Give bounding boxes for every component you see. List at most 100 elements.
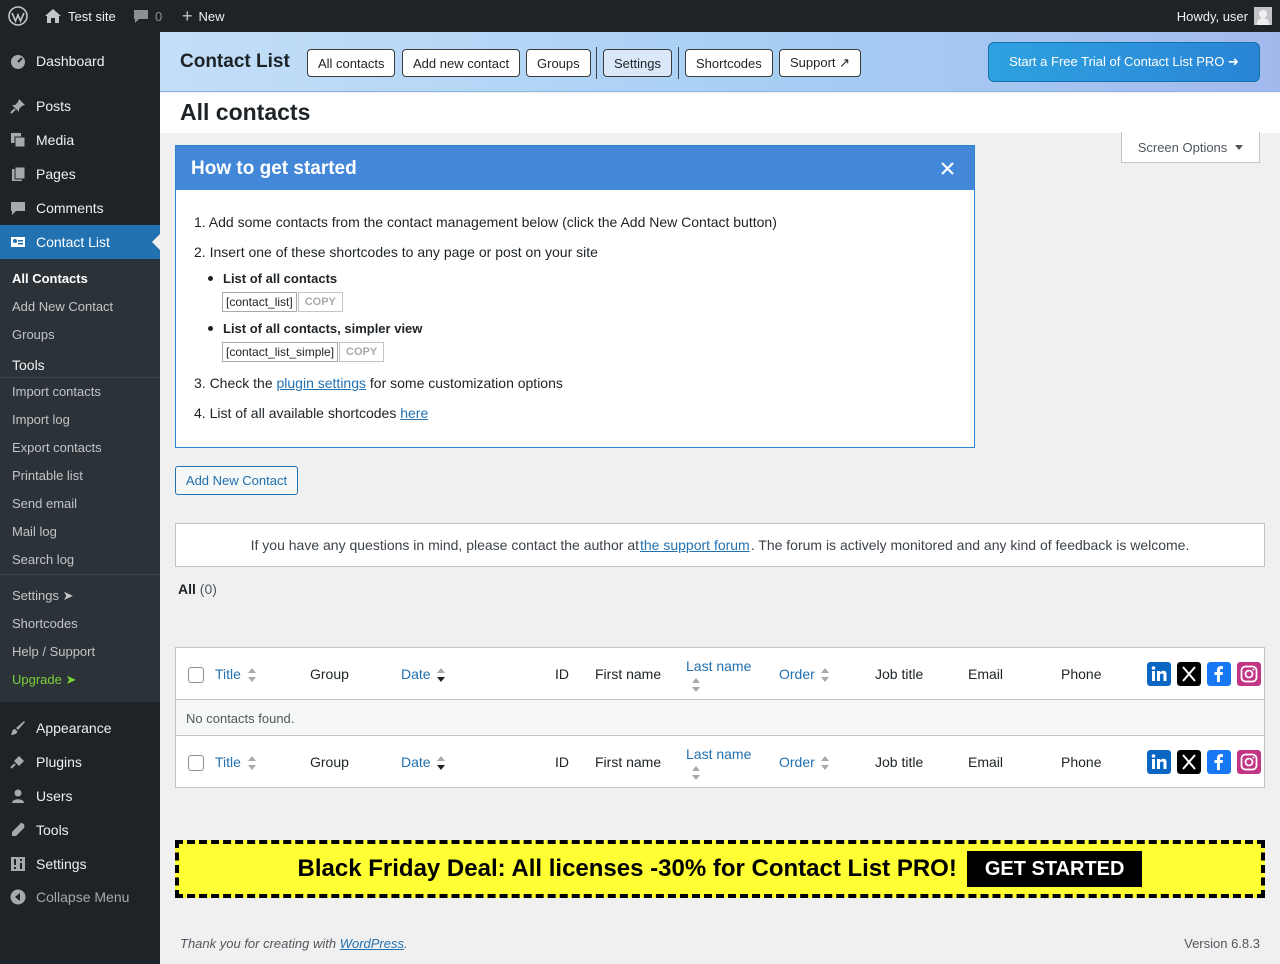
new-label: New bbox=[198, 8, 225, 24]
support-forum-link[interactable]: the support forum bbox=[640, 537, 750, 553]
shortcodes-here-link[interactable]: here bbox=[400, 405, 428, 421]
submenu-add-new-contact[interactable]: Add New Contact bbox=[12, 299, 113, 314]
step-3-text: 3. Check the plugin settings for some cu… bbox=[194, 375, 563, 391]
collapse-menu-label: Collapse Menu bbox=[36, 889, 130, 905]
nav-groups-button[interactable]: Groups bbox=[526, 49, 591, 77]
user-icon bbox=[12, 789, 24, 803]
filter-all[interactable]: All bbox=[178, 581, 196, 597]
menu-plugins-label: Plugins bbox=[36, 754, 82, 770]
new-content-link[interactable]: + New bbox=[182, 0, 225, 32]
avatar bbox=[1254, 7, 1272, 25]
submenu-mail-log[interactable]: Mail log bbox=[12, 524, 57, 539]
submenu-groups[interactable]: Groups bbox=[12, 327, 55, 342]
shortcode-2-code: [contact_list_simple] bbox=[222, 342, 339, 362]
instagram-icon bbox=[1237, 750, 1261, 774]
menu-tools[interactable]: Tools bbox=[0, 813, 160, 847]
support-notice: If you have any questions in mind, pleas… bbox=[175, 523, 1265, 567]
nav-all-contacts-button[interactable]: All contacts bbox=[307, 49, 396, 77]
comments-link[interactable]: 0 bbox=[133, 0, 162, 32]
menu-dashboard[interactable]: Dashboard bbox=[0, 44, 160, 78]
screen-options-button[interactable]: Screen Options bbox=[1121, 132, 1260, 163]
comments-icon bbox=[11, 202, 25, 215]
submenu-all-contacts[interactable]: All Contacts bbox=[12, 271, 88, 286]
wordpress-link[interactable]: WordPress bbox=[340, 936, 404, 951]
getting-started-box: How to get started 1. Add some contacts … bbox=[175, 145, 975, 448]
step-3-suffix: for some customization options bbox=[366, 375, 563, 391]
sort-arrows-icon bbox=[692, 766, 700, 780]
plus-icon: + bbox=[182, 6, 193, 26]
free-trial-button[interactable]: Start a Free Trial of Contact List PRO ➜ bbox=[988, 42, 1260, 82]
submenu-export-contacts[interactable]: Export contacts bbox=[12, 440, 102, 455]
submenu-import-contacts[interactable]: Import contacts bbox=[12, 384, 101, 399]
filter-all-count: (0) bbox=[199, 581, 217, 597]
sort-arrows-icon bbox=[821, 756, 829, 770]
shortcode-1-code: [contact_list] bbox=[222, 292, 297, 312]
nav-shortcodes-button[interactable]: Shortcodes bbox=[685, 49, 773, 77]
menu-settings[interactable]: Settings bbox=[0, 847, 160, 881]
column-date[interactable]: Date bbox=[401, 754, 431, 770]
copy-shortcode-1-button[interactable]: COPY bbox=[297, 292, 343, 312]
submenu-help-support[interactable]: Help / Support bbox=[12, 644, 95, 659]
collapse-menu-button[interactable]: Collapse Menu bbox=[0, 880, 160, 914]
submenu-upgrade[interactable]: Upgrade ➤ bbox=[12, 672, 76, 688]
get-started-button[interactable]: GET STARTED bbox=[966, 851, 1143, 887]
column-order[interactable]: Order bbox=[779, 754, 815, 770]
menu-pages[interactable]: Pages bbox=[0, 157, 160, 191]
select-all-checkbox[interactable] bbox=[188, 755, 204, 771]
step-4-prefix: 4. List of all available shortcodes bbox=[194, 405, 401, 421]
comment-bubble-icon bbox=[134, 10, 148, 23]
column-email: Email bbox=[968, 754, 1004, 770]
support-notice-suffix: . The forum is actively monitored and an… bbox=[750, 537, 1190, 553]
submenu-import-log[interactable]: Import log bbox=[12, 412, 70, 427]
x-twitter-icon bbox=[1177, 662, 1201, 686]
contact-card-icon bbox=[11, 237, 25, 247]
plugin-settings-link[interactable]: plugin settings bbox=[277, 375, 367, 391]
menu-plugins[interactable]: Plugins bbox=[0, 745, 160, 779]
column-job-title: Job title bbox=[875, 754, 924, 770]
submenu-printable-list[interactable]: Printable list bbox=[12, 468, 83, 483]
column-last-name[interactable]: Last name bbox=[686, 658, 751, 674]
menu-dashboard-label: Dashboard bbox=[36, 53, 105, 69]
home-icon bbox=[45, 9, 61, 23]
column-last-name[interactable]: Last name bbox=[686, 746, 751, 762]
submenu-shortcodes[interactable]: Shortcodes bbox=[12, 616, 78, 631]
admin-bar: Test site 0 + New Howdy, user bbox=[0, 0, 1280, 32]
linkedin-icon bbox=[1147, 662, 1171, 686]
support-notice-prefix: If you have any questions in mind, pleas… bbox=[250, 537, 639, 553]
linkedin-icon bbox=[1147, 750, 1171, 774]
bullet bbox=[208, 276, 213, 281]
nav-support-button[interactable]: Support ↗ bbox=[779, 49, 862, 77]
menu-comments[interactable]: Comments bbox=[0, 191, 160, 225]
menu-users[interactable]: Users bbox=[0, 779, 160, 813]
column-title[interactable]: Title bbox=[215, 754, 241, 770]
instagram-icon bbox=[1237, 662, 1261, 686]
column-title[interactable]: Title bbox=[215, 666, 241, 682]
site-name-link[interactable]: Test site bbox=[44, 0, 116, 32]
select-all-checkbox[interactable] bbox=[188, 667, 204, 683]
footer-thanks-prefix: Thank you for creating with bbox=[180, 936, 340, 951]
add-new-contact-button[interactable]: Add New Contact bbox=[175, 466, 298, 495]
footer-thanks: Thank you for creating with WordPress. bbox=[180, 936, 408, 951]
copy-shortcode-2-button[interactable]: COPY bbox=[339, 342, 385, 362]
menu-settings-label: Settings bbox=[36, 856, 87, 872]
menu-contact-list[interactable]: Contact List bbox=[0, 225, 160, 259]
sort-desc-icon bbox=[437, 756, 445, 770]
menu-posts[interactable]: Posts bbox=[0, 89, 160, 123]
column-order[interactable]: Order bbox=[779, 666, 815, 682]
submenu-settings[interactable]: Settings ➤ bbox=[12, 588, 73, 604]
my-account-link[interactable]: Howdy, user bbox=[1177, 0, 1272, 32]
nav-add-new-contact-button[interactable]: Add new contact bbox=[402, 49, 521, 77]
menu-appearance[interactable]: Appearance bbox=[0, 711, 160, 745]
menu-posts-label: Posts bbox=[36, 98, 72, 114]
column-date[interactable]: Date bbox=[401, 666, 431, 682]
nav-settings-button[interactable]: Settings bbox=[603, 49, 672, 77]
menu-media[interactable]: Media bbox=[0, 123, 160, 157]
column-group: Group bbox=[310, 754, 349, 770]
close-icon[interactable] bbox=[941, 162, 954, 175]
submenu-send-email[interactable]: Send email bbox=[12, 496, 77, 511]
caret-down-icon bbox=[1235, 144, 1244, 150]
wordpress-logo-icon[interactable] bbox=[8, 0, 28, 32]
column-phone: Phone bbox=[1061, 754, 1102, 770]
submenu-search-log[interactable]: Search log bbox=[12, 552, 74, 567]
black-friday-banner[interactable]: Black Friday Deal: All licenses -30% for… bbox=[175, 840, 1265, 898]
